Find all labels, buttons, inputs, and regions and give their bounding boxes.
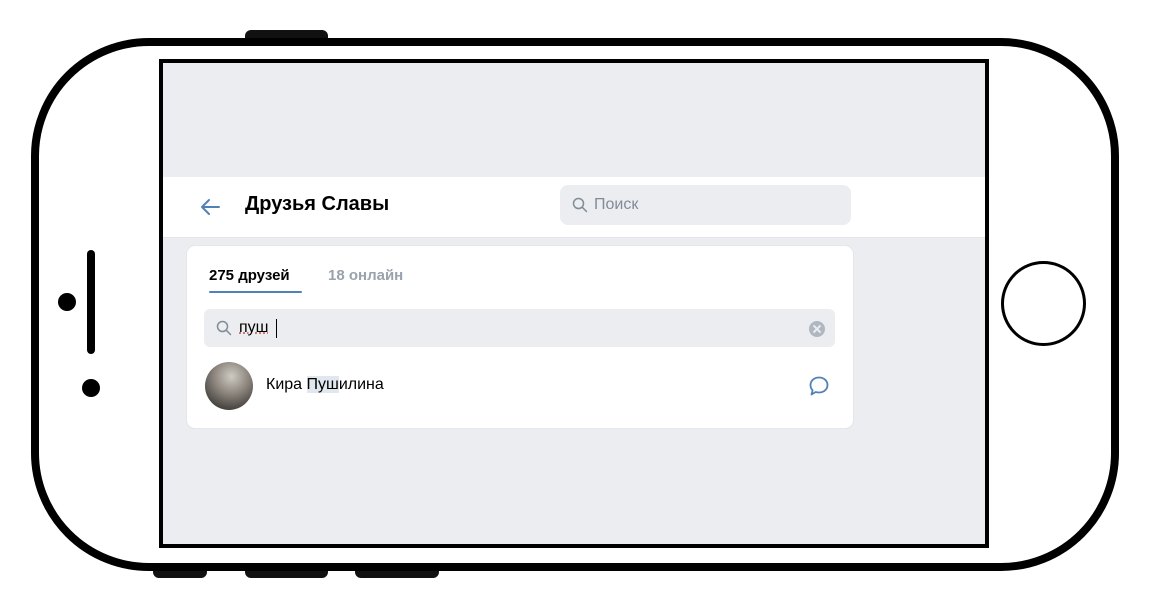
phone-sensor-dot [58,293,76,311]
friend-name[interactable]: Кира Пушилина [266,376,384,394]
tab-all-friends[interactable]: 275 друзей [209,267,290,284]
friend-list-item[interactable]: Кира Пушилина [187,356,853,416]
page-title: Друзья Славы [245,193,390,215]
arrow-left-icon[interactable] [197,194,223,220]
friend-name-suffix: илина [338,376,384,393]
friend-search-value: пуш [239,319,269,336]
search-icon [572,197,588,213]
active-tab-indicator [209,291,302,293]
phone-speaker [87,250,95,354]
phone-screen: Друзья Славы Поиск 275 друзей 18 онлайн … [159,59,989,548]
clear-icon[interactable] [809,321,825,337]
friend-search-input[interactable]: пуш [204,309,835,347]
page-header: Друзья Славы Поиск [163,177,985,238]
friends-card: 275 друзей 18 онлайн пуш Кира Пушилина [187,246,853,428]
text-caret [276,319,277,338]
avatar[interactable] [205,362,253,410]
header-search-placeholder: Поиск [594,196,639,213]
message-bubble-icon[interactable] [807,374,831,398]
phone-camera-dot [82,379,100,397]
header-search-input[interactable]: Поиск [560,185,851,225]
tab-online-friends[interactable]: 18 онлайн [328,267,403,284]
home-button [1001,261,1086,346]
friend-name-match: Пуш [306,376,339,393]
search-icon [216,320,232,336]
friend-name-prefix: Кира [266,376,307,393]
